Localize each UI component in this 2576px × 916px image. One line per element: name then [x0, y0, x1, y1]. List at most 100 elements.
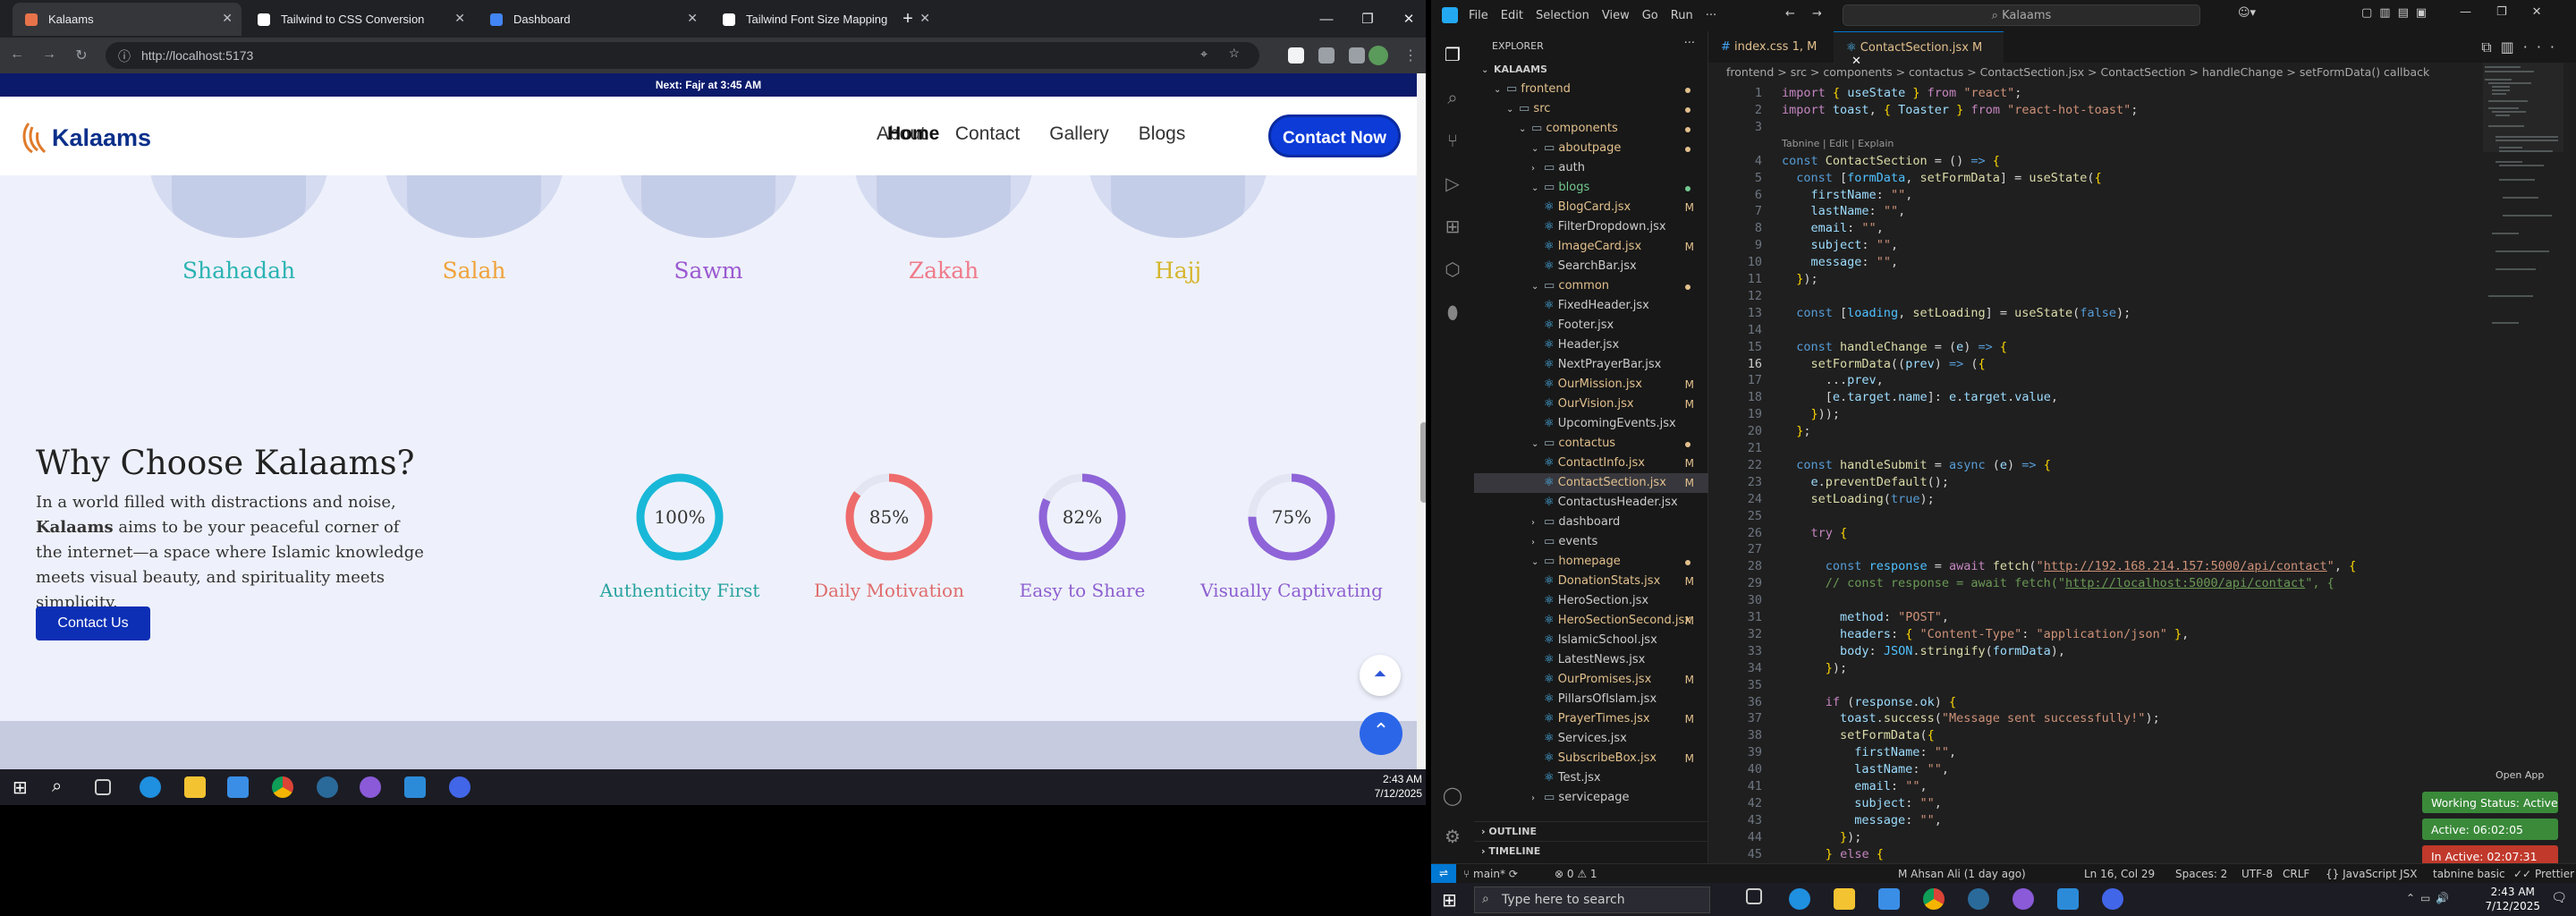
- tree-folder[interactable]: ⌄ ▭ frontend: [1474, 80, 1708, 99]
- file-explorer-icon[interactable]: [184, 776, 206, 798]
- zoom-icon-2[interactable]: [2102, 888, 2123, 910]
- codelens[interactable]: Tabnine | Edit | Explain: [1782, 136, 1894, 153]
- minimap[interactable]: [2483, 63, 2563, 403]
- back-icon[interactable]: ←: [7, 47, 27, 66]
- menu-item[interactable]: Go: [1642, 9, 1658, 22]
- tree-file[interactable]: ⚛ PrayerTimes.jsx M: [1474, 709, 1708, 729]
- contact-us-button[interactable]: Contact Us: [36, 606, 150, 640]
- tree-folder[interactable]: ⌄ ▭ contactus: [1474, 434, 1708, 454]
- github-desktop-icon[interactable]: [360, 776, 381, 798]
- tree-folder[interactable]: › ▭ servicepage: [1474, 788, 1708, 808]
- taskbar-clock[interactable]: 2:43 AM 7/12/2025: [1375, 772, 1422, 801]
- close-tab-icon[interactable]: ✕: [687, 11, 698, 26]
- settings-gear-icon[interactable]: ⚙: [1442, 826, 1463, 847]
- tree-file[interactable]: ⚛ IslamicSchool.jsx: [1474, 631, 1708, 650]
- tree-file[interactable]: ⚛ HeroSection.jsx: [1474, 591, 1708, 611]
- chat-widget-button[interactable]: ⏶: [1360, 655, 1401, 696]
- menu-item[interactable]: Selection: [1536, 9, 1589, 22]
- tree-file[interactable]: ⚛ SearchBar.jsx: [1474, 257, 1708, 276]
- chrome-icon-2[interactable]: [1923, 888, 1945, 910]
- site-logo[interactable]: Kalaams: [20, 120, 151, 156]
- scroll-to-top-button[interactable]: ⌃: [1360, 712, 1402, 755]
- editor-actions[interactable]: ⧉▥···: [2481, 38, 2563, 56]
- tabnine-icon[interactable]: ⬮: [1442, 301, 1463, 323]
- vscode-icon-2[interactable]: [2057, 888, 2079, 910]
- github-desktop-icon-2[interactable]: [2012, 888, 2034, 910]
- forward-icon[interactable]: →: [39, 47, 59, 66]
- menu-item[interactable]: Run: [1671, 9, 1693, 22]
- kebab-menu-icon[interactable]: ⋮: [1401, 47, 1420, 66]
- tree-file[interactable]: ⚛ LatestNews.jsx: [1474, 650, 1708, 670]
- extensions-icon[interactable]: ⊞: [1442, 216, 1463, 237]
- line-ending[interactable]: CRLF: [2283, 868, 2309, 880]
- command-center-search[interactable]: ⌕ Kalaams: [1843, 4, 2200, 26]
- profile-avatar[interactable]: [1368, 46, 1388, 65]
- problems-indicator[interactable]: ⊗ 0 ⚠ 1: [1555, 868, 1597, 880]
- tree-file[interactable]: ⚛ SubscribeBox.jsx M: [1474, 749, 1708, 768]
- maximize-button[interactable]: ❐: [1347, 0, 1388, 38]
- tree-folder[interactable]: ⌄ ▭ components: [1474, 119, 1708, 139]
- language-mode[interactable]: {} JavaScript JSX: [2326, 868, 2417, 880]
- nav-back-icon[interactable]: ←: [1785, 7, 1795, 21]
- git-blame[interactable]: M Ahsan Ali (1 day ago): [1898, 868, 2026, 880]
- reload-icon[interactable]: ↻: [72, 47, 91, 66]
- indentation[interactable]: Spaces: 2: [2175, 868, 2227, 880]
- nav-link-home[interactable]: Home: [887, 123, 939, 145]
- task-view-icon-2[interactable]: [1746, 888, 1762, 904]
- tree-file[interactable]: ⚛ OurPromises.jsx M: [1474, 670, 1708, 690]
- vscode-icon[interactable]: [404, 776, 426, 798]
- tree-file[interactable]: ⚛ OurMission.jsx M: [1474, 375, 1708, 394]
- search-icon[interactable]: ⌕: [52, 776, 73, 798]
- explorer-icon[interactable]: ❐: [1442, 44, 1463, 65]
- file-explorer-icon-2[interactable]: [1834, 888, 1855, 910]
- layout-toggle-icons[interactable]: ▢▥▤▣: [2361, 6, 2434, 20]
- minimize-button[interactable]: —: [1306, 0, 1347, 38]
- location-icon[interactable]: ⌖: [1200, 47, 1208, 62]
- menu-item[interactable]: File: [1469, 9, 1488, 22]
- nav-link-contact[interactable]: Contact: [955, 123, 1020, 145]
- tree-folder[interactable]: › ▭ dashboard: [1474, 513, 1708, 532]
- tree-file[interactable]: ⚛ ContactusHeader.jsx: [1474, 493, 1708, 513]
- branch-indicator[interactable]: ⑂ main* ⟳: [1463, 868, 1518, 880]
- url-bar[interactable]: ⓘ http://localhost:5173 ⌖ ☆: [106, 42, 1259, 69]
- task-view-icon[interactable]: [95, 779, 111, 795]
- browser-tab[interactable]: Kalaams ✕: [13, 3, 242, 36]
- chrome-icon[interactable]: [272, 776, 293, 798]
- extension-icon[interactable]: [1288, 47, 1304, 64]
- taskbar-clock-2[interactable]: 2:43 AM 7/12/2025: [2485, 885, 2540, 913]
- tree-file[interactable]: ⚛ BlogCard.jsx M: [1474, 198, 1708, 217]
- tree-folder[interactable]: › ▭ events: [1474, 532, 1708, 552]
- nav-forward-icon[interactable]: →: [1812, 7, 1822, 21]
- tree-folder[interactable]: ⌄ ▭ homepage: [1474, 552, 1708, 572]
- work-status-badge[interactable]: Active: 06:02:05: [2422, 818, 2558, 840]
- edge-icon-2[interactable]: [1789, 888, 1810, 910]
- run-debug-icon[interactable]: ▷: [1442, 173, 1463, 194]
- menu-item[interactable]: View: [1602, 9, 1630, 22]
- extensions-puzzle-icon[interactable]: [1318, 47, 1335, 64]
- tree-file[interactable]: ⚛ ContactInfo.jsx M: [1474, 454, 1708, 473]
- edge-icon[interactable]: [140, 776, 161, 798]
- site-info-icon[interactable]: ⓘ: [118, 47, 131, 65]
- tree-file[interactable]: ⚛ Header.jsx: [1474, 335, 1708, 355]
- close-window-button[interactable]: ✕: [1388, 0, 1429, 38]
- tab-contactsection[interactable]: ⚛ ContactSection.jsx M ✕: [1834, 31, 2004, 68]
- store-icon-2[interactable]: [1878, 888, 1900, 910]
- remote-icon[interactable]: ⬡: [1442, 259, 1463, 280]
- tree-file[interactable]: ⚛ FixedHeader.jsx: [1474, 296, 1708, 316]
- taskbar-search-box[interactable]: ⌕ Type here to search: [1474, 886, 1710, 913]
- work-status-badge[interactable]: Working Status: Active: [2422, 792, 2558, 813]
- tabnine-status[interactable]: tabnine basic: [2433, 868, 2505, 880]
- nav-link-blogs[interactable]: Blogs: [1139, 123, 1186, 145]
- explorer-more-icon[interactable]: ···: [1684, 37, 1695, 50]
- app-icon[interactable]: [317, 776, 338, 798]
- new-tab-button[interactable]: +: [887, 0, 928, 38]
- tree-folder[interactable]: ⌄ ▭ blogs: [1474, 178, 1708, 198]
- tree-file[interactable]: ⚛ DonationStats.jsx M: [1474, 572, 1708, 591]
- notification-icon[interactable]: 🗨: [2551, 891, 2567, 905]
- tree-folder[interactable]: ⌄ ▭ src: [1474, 99, 1708, 119]
- windows-start-icon-2[interactable]: ⊞: [1442, 889, 1457, 911]
- tree-folder[interactable]: ⌄ ▭ aboutpage: [1474, 139, 1708, 158]
- prettier-status[interactable]: ✓✓ Prettier: [2513, 868, 2574, 880]
- bookmark-star-icon[interactable]: ☆: [1228, 46, 1240, 61]
- menu-item[interactable]: ···: [1706, 9, 1716, 22]
